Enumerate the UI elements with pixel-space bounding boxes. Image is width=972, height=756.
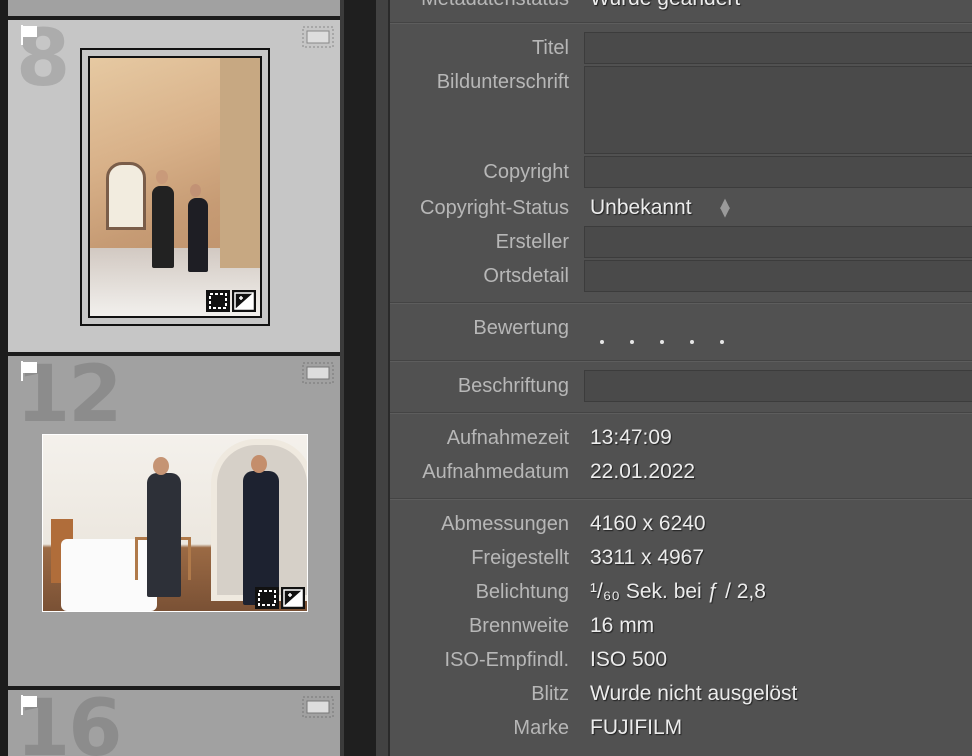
thumbnail-photo[interactable]	[90, 58, 260, 316]
blitz-label: Blitz	[531, 683, 569, 705]
iso-value: ISO 500	[590, 648, 668, 671]
panel-gap	[344, 0, 376, 756]
ersteller-field[interactable]	[584, 226, 972, 258]
metadata-badge-icon	[302, 362, 334, 384]
grid-cell[interactable]	[8, 0, 340, 16]
photo-grid: 8 12 16	[0, 0, 342, 756]
freigestellt-label: Freigestellt	[471, 547, 569, 569]
rating-dot[interactable]	[690, 340, 694, 344]
photo-window	[106, 162, 146, 230]
flag-icon[interactable]	[20, 694, 38, 716]
photo-person-head	[251, 455, 267, 473]
marke-value: FUJIFILM	[590, 716, 683, 739]
metadata-status-value: Wurde geändert	[590, 0, 740, 11]
photo-person	[243, 471, 279, 605]
iso-label: ISO-Empfindl.	[444, 649, 569, 671]
section-divider	[390, 302, 972, 304]
aufnahmedatum-value: 22.01.2022	[590, 460, 696, 483]
bildunterschrift-label: Bildunterschrift	[436, 71, 569, 93]
rating-dot[interactable]	[600, 340, 604, 344]
abmessungen-value: 4160 x 6240	[590, 512, 706, 535]
photo-person-head	[153, 457, 169, 475]
abmessungen-label: Abmessungen	[441, 513, 569, 535]
copyright-status-select[interactable]: Unbekannt	[590, 196, 692, 220]
rating-dot[interactable]	[720, 340, 724, 344]
ortsdetail-field[interactable]	[584, 260, 972, 292]
blitz-value: Wurde nicht ausgelöst	[590, 682, 798, 705]
photo-person-head	[190, 184, 201, 197]
marke-label: Marke	[513, 717, 569, 739]
bewertung-label: Bewertung	[473, 317, 569, 339]
crop-icon[interactable]	[255, 587, 279, 609]
panel-edge	[376, 0, 388, 756]
aufnahmedatum-label: Aufnahmedatum	[422, 461, 569, 483]
copyright-field[interactable]	[584, 156, 972, 188]
photo-person	[147, 473, 181, 597]
bildunterschrift-field[interactable]	[584, 66, 972, 154]
metadata-badge-icon	[302, 26, 334, 48]
rating-dot[interactable]	[630, 340, 634, 344]
flag-icon[interactable]	[20, 24, 38, 46]
crop-icon[interactable]	[206, 290, 230, 312]
section-divider	[390, 360, 972, 362]
belichtung-label: Belichtung	[475, 581, 569, 603]
updown-arrows-icon[interactable]: ▲ ▼	[720, 197, 730, 219]
copyright-status-label: Copyright-Status	[420, 197, 569, 219]
photo-person	[188, 198, 208, 272]
photo-person	[152, 186, 174, 268]
ortsdetail-label: Ortsdetail	[483, 265, 569, 287]
photo-wall	[220, 58, 260, 268]
freigestellt-value: 3311 x 4967	[590, 546, 705, 569]
rating-dots[interactable]	[600, 329, 750, 348]
grid-cell[interactable]: 8	[8, 20, 340, 352]
rating-dot[interactable]	[660, 340, 664, 344]
aufnahmezeit-label: Aufnahmezeit	[446, 427, 569, 449]
beschriftung-field[interactable]	[584, 370, 972, 402]
grid-cell[interactable]: 16	[8, 690, 340, 756]
section-divider	[390, 22, 972, 24]
metadata-panel: Metadatenstatus Wurde geändert Titel Bil…	[388, 0, 972, 756]
section-divider	[390, 412, 972, 414]
aufnahmezeit-value: 13:47:09	[590, 426, 672, 449]
metadata-status-label: Metadatenstatus	[421, 0, 569, 11]
section-divider	[390, 498, 972, 500]
titel-field[interactable]	[584, 32, 972, 64]
copyright-label: Copyright	[483, 161, 569, 183]
beschriftung-label: Beschriftung	[457, 375, 569, 397]
thumbnail-overlay-icons	[206, 290, 256, 312]
ersteller-label: Ersteller	[495, 231, 569, 253]
brennweite-value: 16 mm	[590, 614, 655, 637]
photo-person-head	[156, 170, 168, 184]
titel-label: Titel	[531, 37, 569, 59]
thumbnail-overlay-icons	[255, 587, 305, 609]
belichtung-value: ¹/₆₀ Sek. bei ƒ / 2,8	[590, 580, 766, 603]
flag-icon[interactable]	[20, 360, 38, 382]
metadata-badge-icon	[302, 696, 334, 718]
grid-cell[interactable]: 12	[8, 356, 340, 686]
develop-adjust-icon[interactable]	[281, 587, 305, 609]
thumbnail-photo[interactable]	[42, 434, 308, 612]
develop-adjust-icon[interactable]	[232, 290, 256, 312]
brennweite-label: Brennweite	[468, 615, 569, 637]
